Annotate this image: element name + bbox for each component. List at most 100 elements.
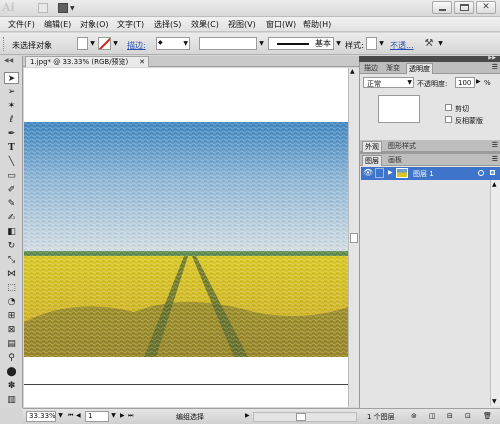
stroke-weight-field[interactable]: ◆ ▼ bbox=[156, 37, 190, 50]
menu-help[interactable]: 帮助(H) bbox=[303, 19, 331, 30]
gradient-tool-icon[interactable]: ▤ bbox=[4, 338, 19, 350]
mesh-tool-icon[interactable]: ⊠ bbox=[4, 324, 19, 336]
panel-menu-icon[interactable]: ☰ bbox=[492, 63, 498, 71]
brush-definition[interactable]: 基本 bbox=[268, 37, 334, 50]
fill-color-swatch[interactable] bbox=[77, 37, 88, 50]
chevron-down-icon[interactable]: ▼ bbox=[258, 37, 265, 50]
line-tool-icon[interactable]: ╲ bbox=[4, 156, 19, 168]
last-artboard-icon[interactable]: ⏭ bbox=[128, 412, 133, 420]
selection-tool-icon[interactable]: ➤ bbox=[4, 72, 19, 84]
close-icon[interactable]: ✕ bbox=[139, 57, 145, 67]
menu-view[interactable]: 视图(V) bbox=[228, 19, 256, 30]
lock-toggle[interactable] bbox=[375, 168, 384, 178]
rectangle-tool-icon[interactable]: ▭ bbox=[4, 170, 19, 182]
chevron-down-icon[interactable]: ▼ bbox=[378, 37, 385, 50]
tab-stroke[interactable]: 描边 bbox=[362, 63, 380, 74]
chevron-down-icon[interactable]: ▼ bbox=[112, 37, 119, 50]
layers-scrollbar[interactable]: ▲ ▼ bbox=[490, 180, 500, 406]
rotate-tool-icon[interactable]: ↻ bbox=[4, 240, 19, 252]
eraser-tool-icon[interactable]: ◧ bbox=[4, 226, 19, 238]
document-tab[interactable]: 1.jpg* @ 33.33% (RGB/预览) ✕ bbox=[25, 56, 149, 67]
type-tool-icon[interactable]: T bbox=[4, 142, 19, 154]
magic-wand-tool-icon[interactable]: ✶ bbox=[4, 100, 19, 112]
grip-handle[interactable] bbox=[3, 37, 6, 51]
isolate-group-icon[interactable]: ⚒ bbox=[422, 37, 436, 50]
mask-thumbnail[interactable] bbox=[378, 95, 420, 123]
opacity-field[interactable]: 100 bbox=[455, 77, 475, 88]
lasso-tool-icon[interactable]: ℓ bbox=[4, 114, 19, 126]
chevron-down-icon[interactable]: ▼ bbox=[335, 37, 342, 50]
layer-row[interactable]: 👁 ▶ 图层 1 bbox=[361, 167, 500, 180]
make-clipping-mask-icon[interactable]: ◫ bbox=[429, 412, 436, 420]
variable-width-profile[interactable] bbox=[199, 37, 257, 50]
chevron-down-icon[interactable]: ▼ bbox=[57, 410, 64, 421]
stroke-link[interactable]: 描边: bbox=[127, 40, 146, 51]
menu-type[interactable]: 文字(T) bbox=[117, 19, 144, 30]
scale-tool-icon[interactable]: ⤡ bbox=[4, 254, 19, 266]
menu-object[interactable]: 对象(O) bbox=[80, 19, 109, 30]
menu-select[interactable]: 选择(S) bbox=[154, 19, 181, 30]
arrange-documents-icon[interactable]: ▼ bbox=[58, 3, 75, 13]
menu-effect[interactable]: 效果(C) bbox=[191, 19, 219, 30]
new-sublayer-icon[interactable]: ⊟ bbox=[447, 412, 453, 420]
paintbrush-tool-icon[interactable]: ✐ bbox=[4, 184, 19, 196]
eyedropper-tool-icon[interactable]: ⚲ bbox=[4, 352, 19, 364]
vertical-scrollbar[interactable]: ▲ bbox=[348, 68, 359, 407]
graphic-style-swatch[interactable] bbox=[366, 37, 377, 50]
scroll-thumb[interactable] bbox=[296, 413, 306, 421]
scroll-down-icon[interactable]: ▼ bbox=[492, 398, 497, 405]
locate-object-icon[interactable]: ⊚ bbox=[411, 412, 417, 420]
scroll-up-icon[interactable]: ▲ bbox=[350, 68, 355, 75]
previous-artboard-icon[interactable]: ◀ bbox=[76, 412, 81, 419]
column-graph-tool-icon[interactable]: ▥ bbox=[4, 394, 19, 406]
menu-edit[interactable]: 编辑(E) bbox=[44, 19, 71, 30]
tab-transparency[interactable]: 透明度 bbox=[406, 63, 433, 74]
new-layer-icon[interactable]: ⊡ bbox=[465, 412, 471, 420]
scroll-up-icon[interactable]: ▲ bbox=[492, 181, 497, 188]
panel-menu-icon[interactable]: ☰ bbox=[492, 155, 498, 163]
visibility-eye-icon[interactable]: 👁 bbox=[363, 168, 373, 177]
blob-brush-tool-icon[interactable]: ✍ bbox=[4, 212, 19, 224]
symbol-sprayer-tool-icon[interactable]: ✽ bbox=[4, 380, 19, 392]
tab-graphic-styles[interactable]: 图形样式 bbox=[386, 141, 418, 152]
status-menu-icon[interactable]: ▶ bbox=[245, 412, 250, 419]
pencil-tool-icon[interactable]: ✎ bbox=[4, 198, 19, 210]
chevron-down-icon[interactable]: ▼ bbox=[437, 37, 444, 50]
perspective-grid-tool-icon[interactable]: ⊞ bbox=[4, 310, 19, 322]
tab-artboards[interactable]: 画板 bbox=[386, 155, 404, 166]
layer-name[interactable]: 图层 1 bbox=[413, 169, 434, 179]
tab-gradient[interactable]: 渐变 bbox=[384, 63, 402, 74]
expand-arrow-icon[interactable]: ▶ bbox=[388, 169, 393, 176]
width-tool-icon[interactable]: ⋈ bbox=[4, 268, 19, 280]
canvas[interactable] bbox=[24, 68, 348, 407]
horizontal-scrollbar[interactable] bbox=[253, 412, 357, 422]
free-transform-tool-icon[interactable]: ⬚ bbox=[4, 282, 19, 294]
artboard-number-field[interactable]: 1 bbox=[85, 411, 109, 422]
chevron-down-icon[interactable]: ▼ bbox=[89, 37, 96, 50]
panel-collapse-icon[interactable]: ◀◀ bbox=[4, 57, 13, 64]
close-button[interactable]: ✕ bbox=[476, 1, 496, 14]
next-artboard-icon[interactable]: ▶ bbox=[120, 412, 125, 419]
delete-layer-icon[interactable]: 🗑 bbox=[483, 412, 492, 420]
bridge-icon[interactable] bbox=[38, 3, 48, 13]
tab-layers[interactable]: 图层 bbox=[362, 155, 382, 166]
maximize-button[interactable] bbox=[454, 1, 474, 14]
tab-appearance[interactable]: 外观 bbox=[362, 141, 382, 152]
collapse-panels-icon[interactable]: ▶▶ bbox=[488, 55, 496, 61]
panel-menu-icon[interactable]: ☰ bbox=[492, 141, 498, 149]
pen-tool-icon[interactable]: ✒ bbox=[4, 128, 19, 140]
placed-image[interactable] bbox=[24, 122, 348, 357]
invert-mask-checkbox[interactable] bbox=[445, 116, 452, 123]
menu-window[interactable]: 窗口(W) bbox=[266, 19, 296, 30]
zoom-field[interactable]: 33.33% bbox=[26, 411, 56, 422]
opacity-arrow-icon[interactable]: ▶ bbox=[476, 78, 481, 85]
shape-builder-tool-icon[interactable]: ◔ bbox=[4, 296, 19, 308]
layer-target-icon[interactable] bbox=[478, 170, 484, 176]
stroke-color-swatch[interactable] bbox=[98, 37, 111, 50]
chevron-down-icon[interactable]: ▼ bbox=[110, 410, 117, 421]
scroll-thumb[interactable] bbox=[350, 233, 358, 243]
minimize-button[interactable] bbox=[432, 1, 452, 14]
blend-mode-select[interactable]: 正常 ▼ bbox=[363, 77, 414, 88]
menu-file[interactable]: 文件(F) bbox=[8, 19, 35, 30]
blend-tool-icon[interactable]: ⬤ bbox=[4, 366, 19, 378]
